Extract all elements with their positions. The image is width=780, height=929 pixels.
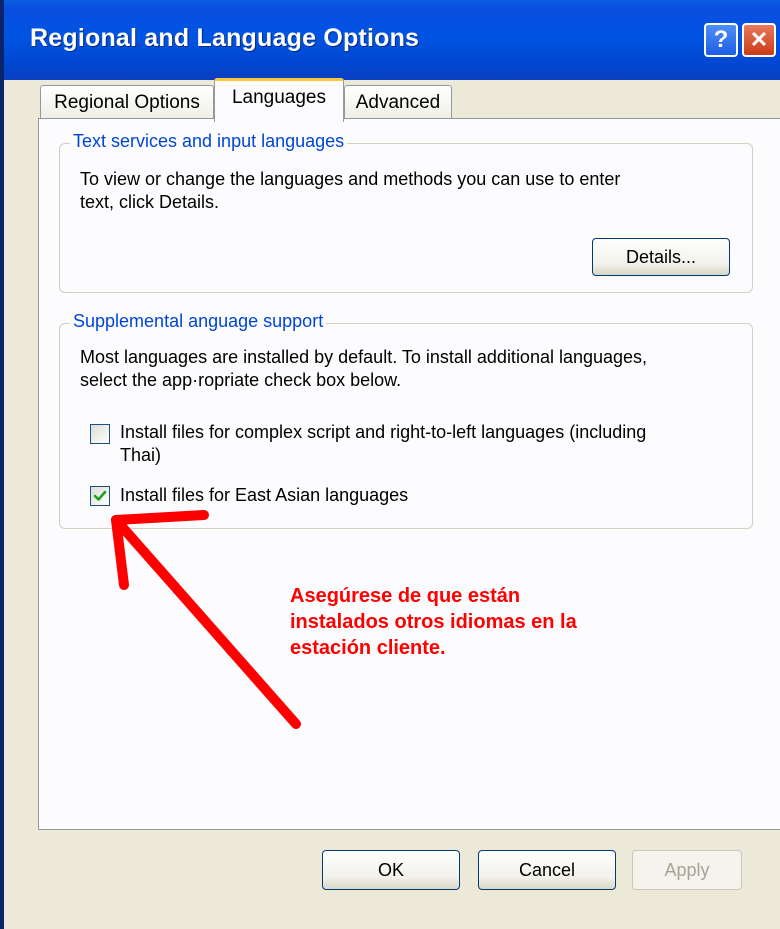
east-asian-label[interactable]: Install files for East Asian languages — [120, 484, 408, 507]
checkmark-icon — [93, 490, 107, 501]
supplemental-description-line1: Most languages are installed by default.… — [80, 347, 648, 367]
languages-tab-panel: Text services and input languages To vie… — [38, 118, 780, 830]
text-services-description-line1: To view or change the languages and meth… — [80, 169, 621, 189]
annotation-line2: instalados otros idiomas en la — [290, 611, 577, 633]
complex-script-label-line1[interactable]: Install files for complex script and rig… — [120, 421, 646, 444]
annotation-text: Asegúrese de que están instalados otros … — [290, 583, 577, 661]
dialog-window: Regional and Language Options ? ✕ Region… — [0, 0, 780, 929]
tab-regional-options[interactable]: Regional Options — [40, 85, 214, 119]
tab-languages[interactable]: Languages — [214, 78, 344, 122]
complex-script-label-line2[interactable]: Thai) — [120, 444, 161, 467]
annotation-line3: estación cliente. — [290, 637, 446, 659]
supplemental-description-line2: select the app·ropriate check box below. — [80, 370, 402, 390]
complex-script-checkbox[interactable] — [90, 424, 110, 444]
tab-advanced[interactable]: Advanced — [344, 85, 452, 119]
close-button[interactable]: ✕ — [742, 23, 776, 57]
close-icon: ✕ — [749, 27, 769, 52]
apply-button[interactable]: Apply — [632, 850, 742, 890]
text-services-group: Text services and input languages To vie… — [59, 131, 753, 293]
window-title: Regional and Language Options — [30, 24, 420, 52]
text-services-legend: Text services and input languages — [70, 131, 348, 152]
ok-button[interactable]: OK — [322, 850, 460, 890]
title-bar[interactable]: Regional and Language Options ? ✕ — [4, 0, 780, 80]
supplemental-legend: Supplemental anguage support — [70, 311, 327, 332]
annotation-line1: Asegúrese de que están — [290, 585, 521, 607]
supplemental-language-group: Supplemental anguage support Most langua… — [59, 311, 753, 529]
help-button[interactable]: ? — [704, 23, 738, 57]
east-asian-checkbox[interactable] — [90, 486, 110, 506]
help-icon: ? — [713, 26, 729, 53]
text-services-description-line2: text, click Details. — [80, 192, 220, 212]
details-button[interactable]: Details... — [592, 238, 730, 276]
cancel-button[interactable]: Cancel — [478, 850, 616, 890]
